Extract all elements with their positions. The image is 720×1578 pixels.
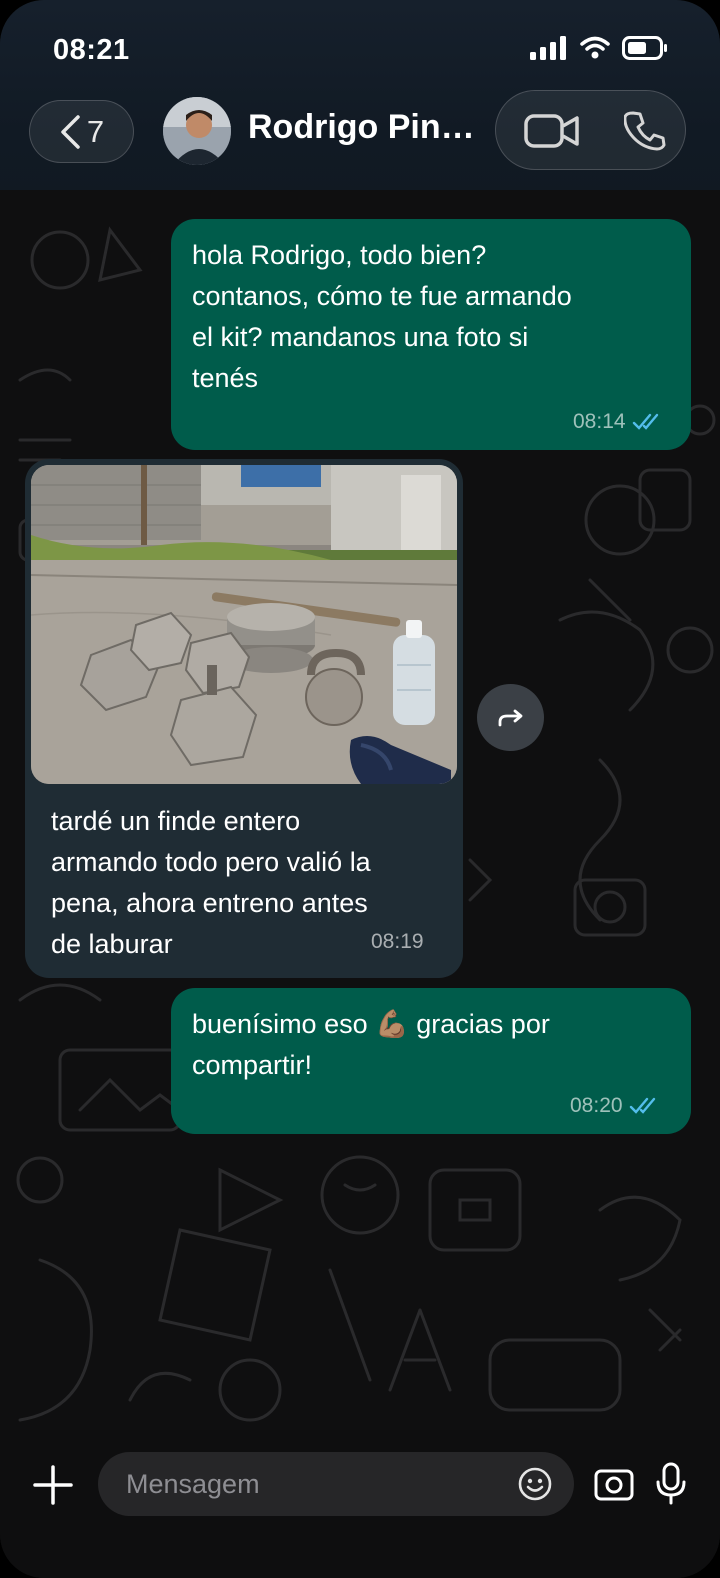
avatar-photo — [163, 97, 231, 165]
plus-icon[interactable] — [33, 1465, 73, 1505]
message-time: 08:20 — [570, 1094, 623, 1117]
incoming-message-bubble[interactable]: tardé un finde entero armando todo pero … — [25, 459, 463, 978]
video-call-icon[interactable] — [523, 111, 581, 151]
sticker-emoji-icon[interactable] — [518, 1467, 552, 1501]
status-time: 08:21 — [53, 34, 130, 66]
flexed-biceps-emoji: 💪🏽 — [375, 1009, 409, 1039]
message-meta: 08:19 — [371, 930, 424, 954]
contact-name[interactable]: Rodrigo Pin… — [248, 108, 480, 147]
message-time: 08:19 — [371, 930, 424, 953]
chevron-left-icon — [61, 114, 80, 149]
forward-arrow-icon — [498, 709, 522, 726]
microphone-icon[interactable] — [655, 1462, 687, 1506]
message-text: buenísimo eso 💪🏽 gracias por compartir! — [192, 1004, 672, 1086]
message-time: 08:14 — [573, 410, 626, 433]
call-actions — [495, 90, 686, 170]
battery-icon — [622, 36, 667, 60]
phone-call-icon[interactable] — [624, 109, 666, 151]
signal-icon — [530, 36, 566, 60]
status-icons — [530, 36, 668, 60]
message-meta: 08:20 — [570, 1094, 661, 1118]
forward-button[interactable] — [477, 684, 544, 751]
message-text: hola Rodrigo, todo bien? contanos, cómo … — [192, 240, 572, 393]
read-ticks-icon — [632, 413, 658, 430]
message-input[interactable] — [126, 1467, 506, 1501]
message-image[interactable] — [31, 465, 457, 784]
message-text-before: buenísimo eso — [192, 1009, 368, 1039]
photo-homemade-weights — [31, 465, 457, 784]
read-ticks-icon — [629, 1097, 655, 1114]
wifi-icon — [580, 36, 610, 59]
message-input-container — [98, 1452, 574, 1516]
camera-icon[interactable] — [594, 1466, 634, 1502]
back-button[interactable]: 7 — [29, 100, 134, 163]
message-meta: 08:14 — [573, 410, 664, 434]
contact-avatar[interactable] — [163, 97, 231, 165]
unread-count: 7 — [86, 113, 105, 149]
chat-screen: 08:21 7 Rodrigo Pin… hola Rodrigo, todo … — [0, 0, 720, 1578]
